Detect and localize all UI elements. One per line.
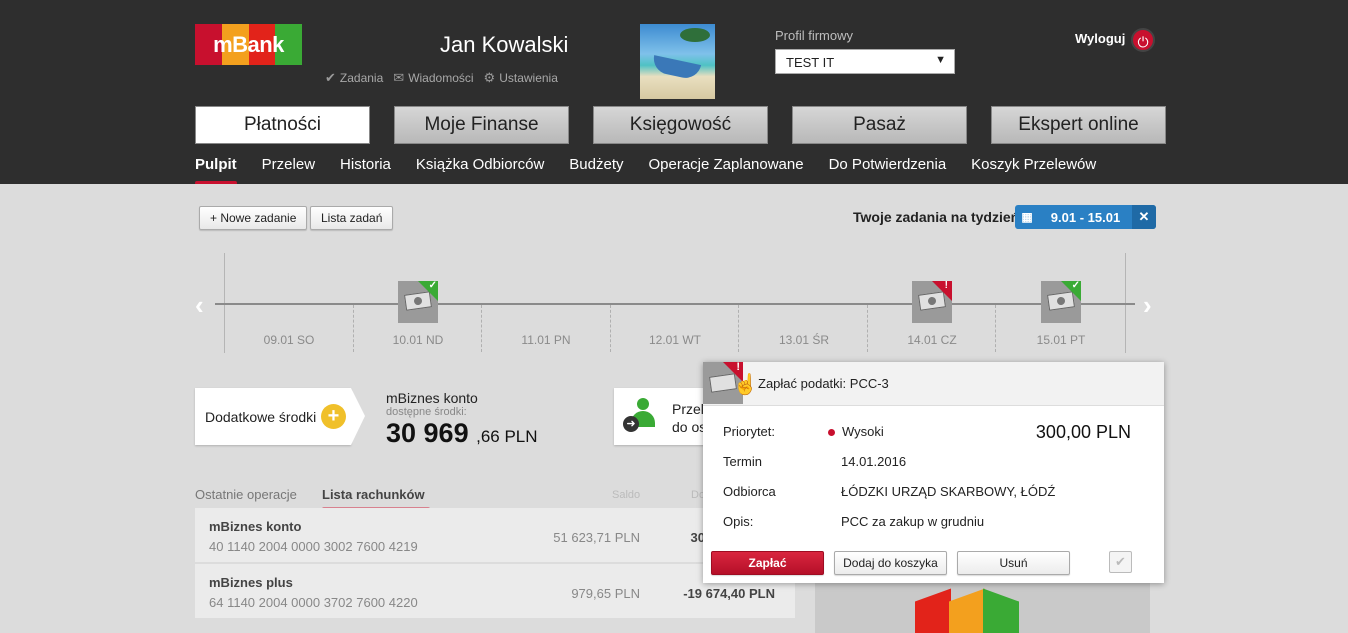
week-range: 9.01 - 15.01 [1050, 209, 1121, 225]
timeline-task-urgent[interactable]: ! [912, 280, 952, 323]
tab-moje-finanse[interactable]: Moje Finanse [394, 106, 569, 144]
popup-title: Zapłać podatki: PCC-3 [758, 376, 889, 391]
hand-cursor-icon: ☝ [733, 374, 758, 396]
settings-link[interactable]: ⚙ Ustawienia [484, 70, 558, 86]
gear-icon: ⚙ [483, 70, 496, 85]
mbank-envelope-graphic [915, 588, 1035, 633]
done-checkbox[interactable]: ✔ [1109, 551, 1132, 573]
due-label: Termin [723, 454, 763, 469]
quick-account-name: mBiznes konto [386, 390, 478, 406]
sub-nav: Pulpit Przelew Historia Książka Odbiorcó… [195, 156, 1096, 185]
user-name: Jan Kowalski [440, 32, 569, 57]
tab-recent-operations[interactable]: Ostatnie operacje [195, 487, 297, 502]
logo-text: mBank [213, 32, 284, 57]
account-name: mBiznes plus [209, 575, 293, 590]
exclamation-icon: ! [944, 280, 948, 291]
tab-ekspert-online[interactable]: Ekspert online [991, 106, 1166, 144]
profile-select[interactable]: TEST IT ▼ [775, 49, 955, 74]
account-saldo: 51 623,71 PLN [553, 530, 640, 545]
week-picker[interactable]: ▦ 9.01 - 15.01 ✕ [1015, 205, 1156, 229]
delete-button[interactable]: Usuń [957, 551, 1070, 575]
popup-amount: 300,00 PLN [1035, 422, 1131, 442]
power-icon[interactable]: ⏻ [1131, 28, 1155, 52]
available-amount: 30 969 ,66 PLN [386, 418, 538, 448]
priority-label: Priorytet: [723, 424, 776, 439]
recipient-value: ŁÓDZKI URZĄD SKARBOWY, ŁÓDŹ [841, 484, 1056, 499]
promo-banner[interactable] [815, 583, 1150, 633]
day-label: 09.01 SO [263, 333, 315, 347]
envelope-icon: ✉ [393, 70, 405, 85]
subnav-historia[interactable]: Historia [340, 156, 391, 183]
add-to-cart-button[interactable]: Dodaj do koszyka [834, 551, 947, 575]
day-label: 12.01 WT [648, 333, 702, 347]
timeline-tick [738, 305, 739, 352]
available-label: dostępne środki: [386, 406, 467, 418]
tab-platnosci[interactable]: Płatności [195, 106, 370, 144]
header: mBank Jan Kowalski ✔ Zadania ✉ Wiadomości … [0, 0, 1348, 185]
pay-button[interactable]: Zapłać [711, 551, 824, 575]
calendar-icon: ▦ [1021, 210, 1033, 224]
account-name: mBiznes konto [209, 519, 302, 534]
priority-value: Wysoki [828, 424, 884, 439]
timeline-tick [353, 305, 354, 352]
new-task-button[interactable]: + Nowe zadanie [199, 206, 308, 230]
person-transfer-icon: ➜ [623, 398, 657, 432]
transfer-card[interactable]: ➜ Przele do os [614, 388, 714, 445]
tasks-link[interactable]: ✔ Zadania [325, 70, 383, 86]
subnav-operacje-zaplanowane[interactable]: Operacje Zaplanowane [648, 156, 803, 183]
extra-funds-label: Dodatkowe środki [205, 409, 317, 425]
timeline-tick [481, 305, 482, 352]
description-label: Opis: [723, 514, 754, 529]
account-number: 64 1140 2004 0000 3702 7600 4220 [209, 595, 418, 610]
user-links: ✔ Zadania ✉ Wiadomości ⚙ Ustawienia [325, 70, 558, 86]
timeline-tick [867, 305, 868, 352]
timeline-tick [995, 305, 996, 352]
day-label: 14.01 CZ [907, 333, 957, 347]
day-label: 10.01 ND [392, 333, 444, 347]
due-value: 14.01.2016 [841, 454, 907, 469]
task-list-button[interactable]: Lista zadań [310, 206, 394, 230]
subnav-przelew[interactable]: Przelew [262, 156, 315, 183]
account-number: 40 1140 2004 0000 3002 7600 4219 [209, 539, 418, 554]
subnav-do-potwierdzenia[interactable]: Do Potwierdzenia [829, 156, 947, 183]
mbank-logo[interactable]: mBank [195, 24, 302, 65]
tab-accounts-list[interactable]: Lista rachunków [322, 487, 425, 502]
timeline-task-done[interactable]: ✓ [398, 280, 438, 323]
user-photo[interactable] [640, 24, 715, 99]
account-saldo: 979,65 PLN [571, 586, 640, 601]
tab-pasaz[interactable]: Pasaż [792, 106, 967, 144]
account-available: -19 674,40 PLN [683, 586, 775, 601]
timeline-task-done[interactable]: ✓ [1041, 280, 1081, 323]
tab-ksiegowosc[interactable]: Księgowość [593, 106, 768, 144]
week-label: Twoje zadania na tydzień [853, 209, 1020, 225]
check-icon: ✓ [428, 280, 437, 291]
subnav-pulpit[interactable]: Pulpit [195, 156, 237, 185]
close-icon[interactable]: ✕ [1132, 205, 1156, 229]
logout-link[interactable]: Wyloguj [1075, 31, 1125, 46]
check-icon: ✓ [1071, 280, 1080, 291]
plus-icon: + [321, 404, 346, 429]
description-value: PCC za zakup w grudniu [841, 514, 985, 529]
priority-dot-icon [828, 429, 835, 437]
main-tabs: Płatności Moje Finanse Księgowość Pasaż … [195, 106, 1166, 144]
profile-label: Profil firmowy [775, 28, 854, 43]
col-saldo: Saldo [612, 489, 641, 501]
day-label: 15.01 PT [1036, 333, 1086, 347]
chevron-left-icon[interactable]: ‹ [195, 290, 204, 321]
day-label: 13.01 ŚR [778, 333, 830, 347]
task-popup: ! ☝ Zapłać podatki: PCC-3 Priorytet: Wys… [703, 361, 1164, 583]
chevron-down-icon: ▼ [935, 54, 946, 66]
subnav-koszyk-przelewow[interactable]: Koszyk Przelewów [971, 156, 1096, 183]
popup-header: ! ☝ Zapłać podatki: PCC-3 [703, 361, 1164, 406]
timeline-tick [610, 305, 611, 352]
subnav-ksiazka-odbiorcow[interactable]: Książka Odbiorców [416, 156, 544, 183]
subnav-budzety[interactable]: Budżety [569, 156, 623, 183]
chevron-right-icon[interactable]: › [1143, 290, 1152, 321]
extra-funds-card[interactable]: Dodatkowe środki + [195, 388, 365, 445]
day-label: 11.01 PN [521, 333, 571, 347]
profile-selected: TEST IT [786, 55, 835, 70]
check-icon: ✔ [325, 70, 336, 85]
recipient-label: Odbiorca [723, 484, 776, 499]
messages-link[interactable]: ✉ Wiadomości [393, 70, 473, 86]
